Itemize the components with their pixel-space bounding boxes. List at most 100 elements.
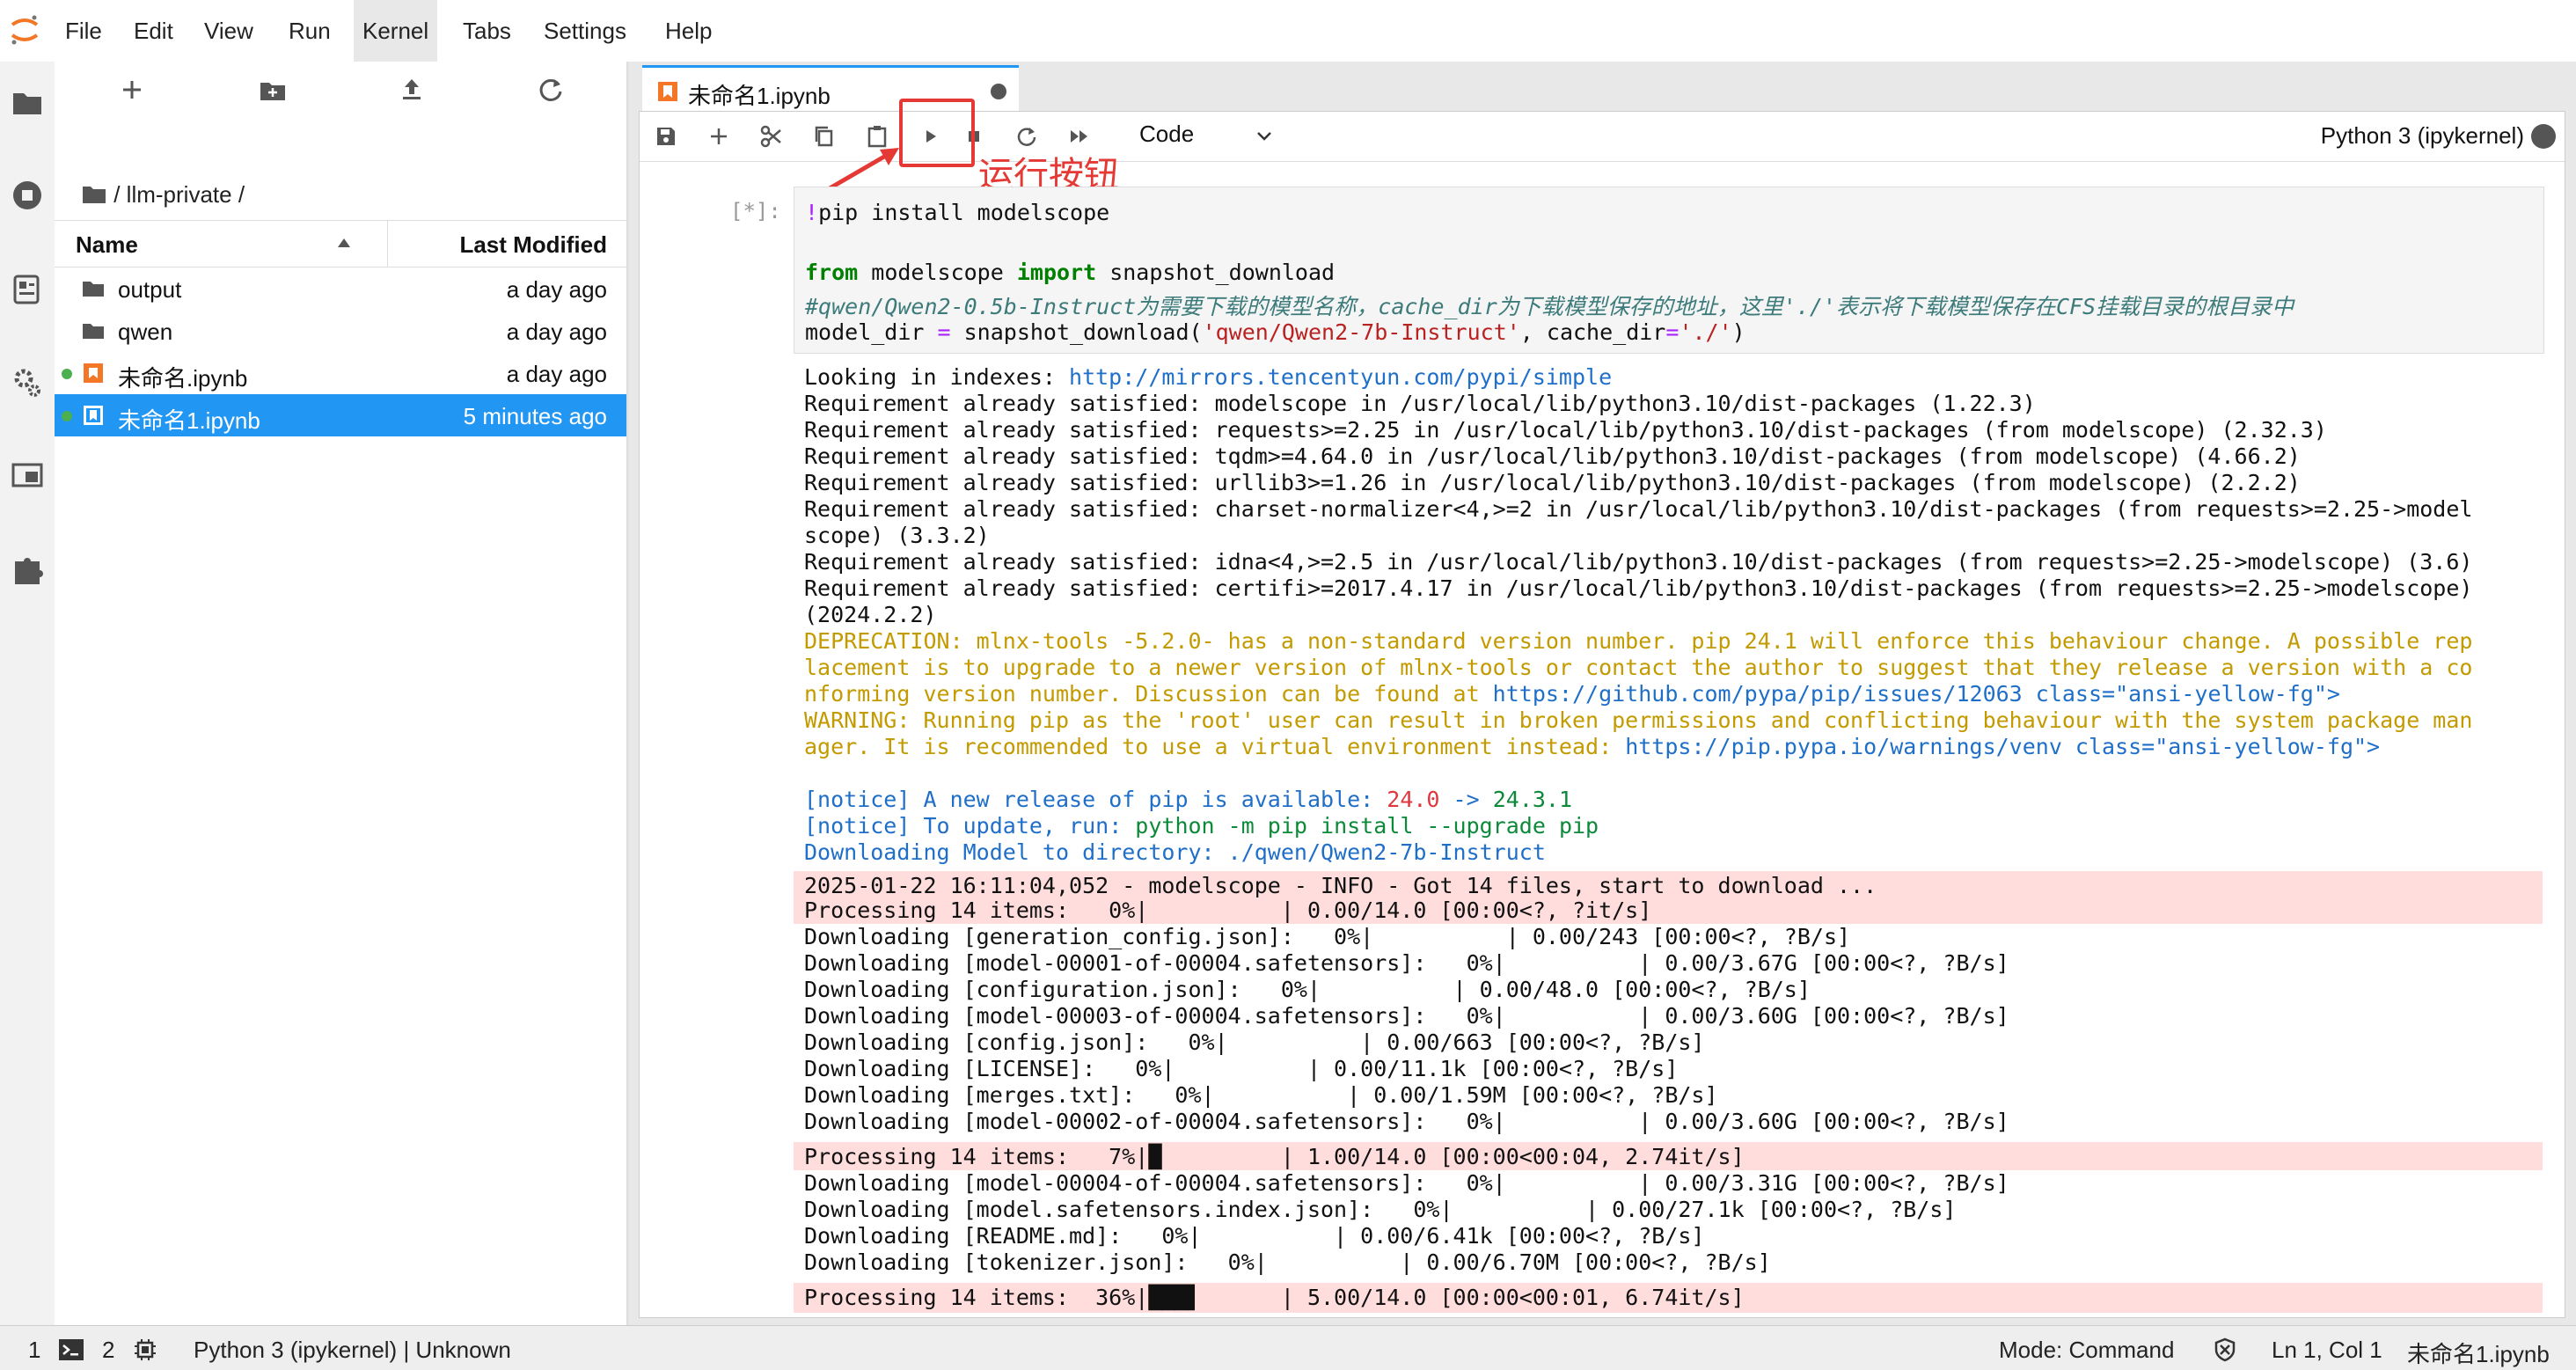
terminal-count[interactable]: 2 — [102, 1337, 114, 1364]
download-line: Downloading [model.safetensors.index.jso… — [804, 1197, 1957, 1222]
extensions-icon[interactable] — [8, 549, 47, 588]
activity-bar — [0, 62, 55, 1325]
breadcrumb[interactable]: / llm-private / — [81, 181, 245, 209]
folder-icon — [83, 187, 106, 203]
menu-file[interactable]: File — [56, 0, 111, 62]
code-line: !pip install modelscope — [805, 200, 1110, 225]
new-launcher-button[interactable] — [113, 70, 151, 109]
download-line: Downloading [LICENSE]: 0%| | 0.00/11.1k … — [804, 1056, 1679, 1081]
warning-line: WARNING: Running pip as the 'root' user … — [804, 707, 2473, 733]
menu-run[interactable]: Run — [280, 0, 340, 62]
notice-line: [notice] To update, run: python -m pip i… — [804, 813, 1599, 839]
output-line: (2024.2.2) — [804, 602, 937, 627]
kernel-status[interactable]: Python 3 (ipykernel) | Unknown — [194, 1337, 511, 1364]
file-name: output — [118, 276, 182, 303]
output-line: Requirement already satisfied: charset-n… — [804, 496, 2473, 522]
upload-button[interactable] — [392, 70, 431, 109]
tab-label: 未命名1.ipynb — [688, 83, 831, 109]
code-line: model_dir = snapshot_download('qwen/Qwen… — [805, 319, 1745, 345]
column-last-modified[interactable]: Last Modified — [459, 231, 607, 259]
running-indicator — [62, 369, 72, 379]
kernel-name[interactable]: Python 3 (ipykernel) — [2321, 122, 2524, 150]
column-name[interactable]: Name — [76, 231, 138, 259]
file-browser: / llm-private / Name Last Modified outpu… — [55, 62, 628, 1325]
download-line: Downloading [configuration.json]: 0%| | … — [804, 977, 1811, 1002]
file-modified: 5 minutes ago — [463, 403, 607, 429]
output-line: scope) (3.3.2) — [804, 523, 990, 548]
output-line: Looking in indexes: http://mirrors.tence… — [804, 364, 1613, 390]
folder-icon[interactable] — [8, 83, 47, 121]
cell-type-select[interactable]: Code — [1139, 121, 1194, 148]
download-line: Downloading [tokenizer.json]: 0%| | 0.00… — [804, 1249, 1771, 1275]
download-line: Downloading [config.json]: 0%| | 0.00/66… — [804, 1029, 1705, 1055]
file-name: 未命名.ipynb — [118, 365, 248, 392]
download-line: Downloading [merges.txt]: 0%| | 0.00/1.5… — [804, 1082, 1718, 1108]
progress-line: Processing 14 items: 7%|█ | 1.00/14.0 [0… — [804, 1144, 1745, 1169]
add-icon — [711, 128, 727, 144]
notebook-icon — [84, 406, 103, 425]
insert-cell-button[interactable] — [701, 119, 736, 154]
code-cell-input[interactable]: !pip install modelscope from modelscope … — [794, 187, 2544, 354]
output-line: Requirement already satisfied: certifi>=… — [804, 575, 2473, 601]
output-line: 2025-01-22 16:11:04,052 - modelscope - I… — [804, 873, 1877, 898]
deprecation-line: lacement is to upgrade to a newer versio… — [804, 655, 2473, 680]
save-button[interactable] — [648, 119, 684, 154]
cell-output: Looking in indexes: http://mirrors.tence… — [794, 364, 2544, 1323]
download-line: Downloading [generation_config.json]: 0%… — [804, 924, 1851, 949]
notebook-icon — [84, 363, 103, 383]
download-line: Downloading [README.md]: 0%| | 0.00/6.41… — [804, 1223, 1705, 1249]
menu-edit[interactable]: Edit — [125, 0, 182, 62]
commands-icon[interactable] — [8, 269, 47, 308]
running-indicator — [62, 411, 72, 421]
file-row-notebook[interactable]: 未命名.ipynb a day ago — [55, 352, 626, 394]
output-line: Requirement already satisfied: urllib3>=… — [804, 470, 2301, 495]
kernel-busy-indicator — [2531, 124, 2556, 149]
simple-mode-toggle[interactable]: 1 — [28, 1337, 40, 1364]
download-line: Downloading [model-00004-of-00004.safete… — [804, 1170, 2009, 1196]
warning-line: ager. It is recommended to use a virtual… — [804, 734, 2381, 759]
file-modified: a day ago — [506, 361, 607, 387]
tabs-icon[interactable] — [8, 456, 47, 495]
file-modified: a day ago — [506, 319, 607, 345]
file-row-notebook-selected[interactable]: 未命名1.ipynb 5 minutes ago — [55, 394, 626, 436]
file-row-output[interactable]: output a day ago — [55, 267, 626, 310]
menu-help[interactable]: Help — [656, 0, 721, 62]
menu-kernel[interactable]: Kernel — [354, 0, 438, 62]
code-line: from modelscope import snapshot_download — [805, 260, 1336, 285]
notebook-icon — [658, 82, 677, 101]
file-list-header: Name Last Modified — [55, 220, 626, 267]
cursor-position[interactable]: Ln 1, Col 1 — [2272, 1337, 2382, 1364]
index-url-link[interactable]: http://mirrors.tencentyun.com/pypi/simpl… — [1069, 364, 1612, 390]
pip-issue-link[interactable]: https://github.com/pypa/pip/issues/12063… — [1493, 681, 2340, 707]
pip-venv-link[interactable]: https://pip.pypa.io/warnings/venv class=… — [1625, 734, 2380, 759]
cut-button[interactable] — [754, 119, 789, 154]
running-icon[interactable] — [8, 176, 47, 215]
file-name: qwen — [118, 319, 173, 345]
property-inspector-icon[interactable] — [8, 363, 47, 401]
deprecation-line: DEPRECATION: mlnx-tools -5.2.0- has a no… — [804, 628, 2473, 654]
menu-settings[interactable]: Settings — [535, 0, 635, 62]
kernel-chip-icon[interactable] — [132, 1337, 158, 1363]
download-line: Downloading [model-00003-of-00004.safete… — [804, 1003, 2009, 1029]
chevron-down-icon[interactable] — [1255, 129, 1273, 143]
menu-view[interactable]: View — [195, 0, 262, 62]
file-row-qwen[interactable]: qwen a day ago — [55, 310, 626, 352]
unsaved-close-icon[interactable] — [991, 84, 1006, 99]
folder-icon — [83, 282, 104, 297]
folder-icon — [83, 324, 104, 339]
menu-tabs[interactable]: Tabs — [454, 0, 520, 62]
breadcrumb-path[interactable]: / llm-private / — [113, 181, 245, 208]
column-divider[interactable] — [387, 221, 388, 267]
refresh-button[interactable] — [531, 70, 570, 109]
status-bar: 1 2 Python 3 (ipykernel) | Unknown Mode:… — [0, 1325, 2576, 1370]
trusted-shield-icon[interactable] — [2212, 1337, 2238, 1363]
new-folder-button[interactable] — [253, 70, 292, 109]
sort-ascending-icon[interactable] — [336, 237, 352, 249]
output-line: Requirement already satisfied: tqdm>=4.6… — [804, 443, 2301, 469]
progress-line: Processing 14 items: 0%| | 0.00/14.0 [00… — [804, 897, 1652, 923]
menubar: File Edit View Run Kernel Tabs Settings … — [0, 0, 2576, 62]
output-line: Requirement already satisfied: requests>… — [804, 417, 2327, 443]
code-comment: #qwen/Qwen2-0.5b-Instruct为需要下载的模型名称，cach… — [805, 294, 2294, 319]
save-icon — [657, 128, 675, 145]
terminal-icon[interactable] — [58, 1338, 84, 1361]
